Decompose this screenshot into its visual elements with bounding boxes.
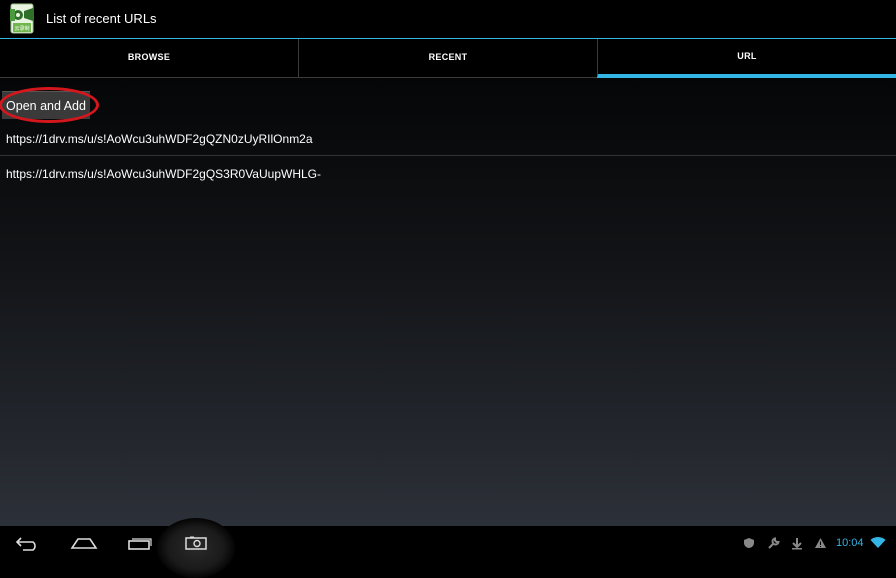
home-button[interactable] — [68, 526, 100, 560]
shield-icon — [744, 538, 754, 548]
warning-status — [812, 526, 828, 560]
security-status — [741, 526, 757, 560]
warning-icon — [814, 538, 826, 548]
tab-url-label: URL — [737, 51, 757, 61]
status-clock: 10:04 — [836, 537, 864, 549]
wrench-icon — [767, 536, 780, 549]
tab-recent[interactable]: RECENT — [298, 39, 597, 78]
tab-browse[interactable]: BROWSE — [0, 39, 298, 78]
download-icon — [792, 537, 802, 549]
system-navigation-bar: 10:04 — [0, 518, 896, 578]
clapperboard-film-icon: 云录制 — [10, 3, 34, 34]
tab-recent-label: RECENT — [428, 52, 468, 62]
download-status — [789, 526, 805, 560]
wifi-status — [868, 526, 888, 560]
svg-text:云录制: 云录制 — [14, 25, 29, 32]
screenshot-camera-icon — [185, 536, 207, 550]
tab-bar: BROWSE RECENT URL — [0, 39, 896, 78]
back-icon — [15, 537, 36, 551]
action-bar: 云录制 List of recent URLs — [0, 0, 896, 38]
recent-apps-button[interactable] — [124, 526, 156, 560]
app-title: List of recent URLs — [46, 11, 157, 26]
recent-apps-icon — [128, 538, 152, 550]
main-content: Open and Add https://1drv.ms/u/s!AoWcu3u… — [0, 78, 896, 526]
tab-url[interactable]: URL — [597, 39, 896, 78]
url-list-item[interactable]: https://1drv.ms/u/s!AoWcu3uhWDF2gQZN0zUy… — [0, 122, 896, 156]
home-icon — [70, 538, 98, 549]
debug-status — [765, 526, 781, 560]
screenshot-button[interactable] — [180, 526, 212, 560]
tab-browse-label: BROWSE — [127, 52, 171, 62]
back-button[interactable] — [12, 526, 44, 560]
open-and-add-button[interactable]: Open and Add — [2, 91, 90, 119]
url-list-item[interactable]: https://1drv.ms/u/s!AoWcu3uhWDF2gQS3R0Va… — [0, 157, 896, 191]
wifi-icon — [870, 537, 886, 548]
